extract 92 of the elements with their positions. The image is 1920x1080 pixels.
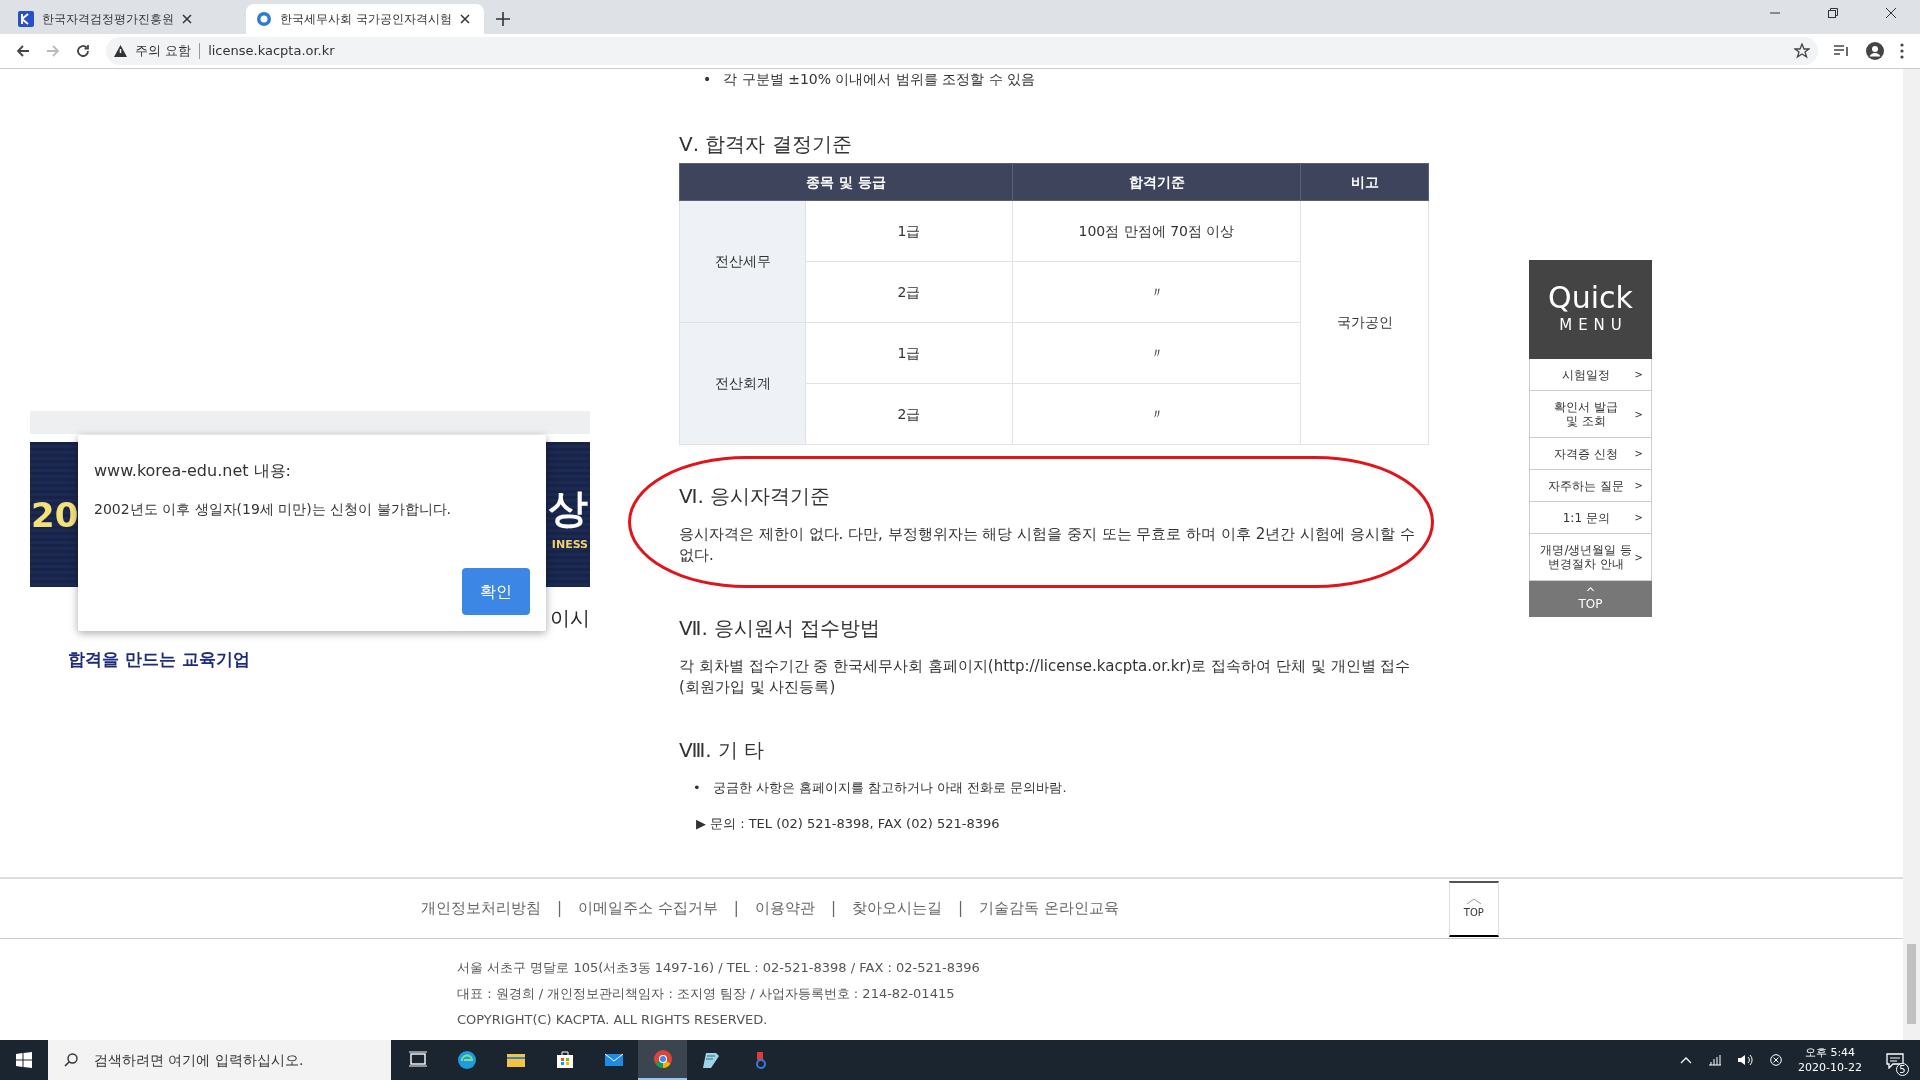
tab-title: 한국세무사회 국가공인자격시험 — [280, 11, 452, 28]
reload-icon[interactable] — [76, 44, 90, 58]
section-heading: Ⅷ. 기 타 — [679, 738, 766, 762]
section-heading: Ⅶ. 응시원서 접수방법 — [679, 616, 882, 640]
contact-text: 문의 : TEL (02) 521-8398, FAX (02) 521-8396 — [710, 815, 1000, 833]
browser-tab[interactable]: 한국세무사회 국가공인자격시험 — [246, 4, 484, 34]
quick-menu-item[interactable]: 시험일정 > — [1529, 359, 1652, 391]
banner-text: INESS — [551, 537, 588, 552]
table-cell: 1급 — [805, 200, 1013, 262]
caret-up-icon — [1465, 897, 1482, 905]
close-icon[interactable] — [459, 14, 470, 24]
site-logo-icon — [256, 11, 272, 27]
star-icon[interactable] — [1794, 43, 1810, 59]
warning-icon — [114, 45, 127, 57]
chevron-up-icon[interactable] — [1680, 1056, 1693, 1064]
cut-text: 이시 — [550, 605, 590, 632]
separator: | — [733, 898, 739, 920]
mail-icon[interactable] — [604, 1051, 623, 1069]
clock-date[interactable]: 2020-10-22 — [1798, 1060, 1862, 1075]
browser-icon[interactable] — [457, 1051, 476, 1069]
restore-icon[interactable] — [1828, 8, 1838, 18]
site-logo-icon — [18, 11, 34, 27]
table-cell: 2급 — [805, 383, 1013, 445]
quick-menu-item[interactable]: 확인서 발급 및 조회 > — [1529, 391, 1652, 438]
table-cell: 전산세무 — [679, 200, 806, 323]
separator: | — [557, 898, 563, 920]
column-header: 종목 및 등급 — [679, 163, 1013, 201]
column-header: 합격기준 — [1012, 163, 1301, 201]
footer-link[interactable]: 이용약관 — [754, 897, 815, 920]
banner-text: 20 — [31, 494, 79, 535]
section-heading: Ⅵ. 응시자격기준 — [679, 484, 832, 508]
dialog-message: 2002년도 이후 생일자(19세 미만)는 신청이 불가합니다. — [94, 500, 453, 519]
quick-menu-item[interactable]: 자주하는 질문 > — [1529, 470, 1652, 502]
triangle-icon: ▶ — [696, 814, 706, 834]
document-icon[interactable] — [702, 1051, 721, 1069]
tab-title: 한국자격검정평가진흥원 — [42, 11, 174, 28]
table-cell: 1급 — [805, 322, 1013, 384]
address-text: COPYRIGHT(C) KACPTA. ALL RIGHTS RESERVED. — [457, 1011, 769, 1029]
quick-menu-item[interactable]: 1:1 문의 > — [1529, 502, 1652, 534]
address-text: 서울 서초구 명달로 105(서초3동 1497-16) / TEL : 02-521-8398 / FAX : 02-521-8396 — [457, 959, 981, 977]
chrome-icon[interactable] — [653, 1050, 672, 1068]
network-icon[interactable] — [1708, 1054, 1723, 1066]
separator: | — [957, 898, 964, 920]
security-label: 주의 요함 — [135, 42, 192, 61]
close-icon[interactable] — [1886, 8, 1896, 18]
top-button[interactable]: ^ TOP — [1529, 581, 1652, 617]
bullet-icon: • — [693, 778, 701, 798]
new-tab-icon[interactable] — [496, 12, 510, 26]
speaker-icon[interactable] — [1738, 1054, 1755, 1066]
profile-icon[interactable] — [1866, 42, 1884, 60]
address-text: 대표 : 원경희 / 개인정보관리책임자 : 조지영 팀장 / 사업자등록번호 : 214-82-01415 — [457, 985, 956, 1003]
top-button[interactable]: TOP — [1448, 880, 1499, 937]
separator: | — [830, 898, 836, 920]
bullet-icon: • — [703, 69, 712, 89]
more-icon[interactable] — [1900, 43, 1904, 59]
footer-link[interactable]: 개인정보처리방침 — [421, 897, 541, 920]
quick-menu-title: Quick — [1548, 282, 1633, 315]
store-icon[interactable] — [555, 1051, 574, 1069]
bullet-text: 각 구분별 ±10% 이내에서 범위를 조정할 수 있음 — [723, 70, 1036, 89]
table-cell: 전산회계 — [679, 322, 806, 445]
footer-link[interactable]: 기술감독 온라인교육 — [979, 897, 1119, 920]
folder-icon[interactable] — [506, 1051, 525, 1069]
media-control-icon[interactable] — [1834, 44, 1850, 58]
cancel-icon[interactable] — [1770, 1054, 1783, 1066]
task-view-icon[interactable] — [408, 1051, 427, 1069]
search-field[interactable]: 검색하려면 여기에 입력하십시오. — [48, 1040, 391, 1080]
tagline: 합격을 만드는 교육기업 — [68, 648, 250, 671]
close-icon[interactable] — [182, 14, 192, 24]
bullet-text: 궁금한 사항은 홈페이지를 참고하거나 아래 전화로 문의바람. — [712, 779, 1067, 797]
back-icon[interactable] — [16, 44, 30, 58]
table-cell: 2급 — [805, 261, 1013, 323]
scrollbar[interactable] — [1903, 69, 1920, 1040]
dialog-title: www.korea-edu.net 내용: — [94, 460, 292, 482]
table-cell: 국가공인 — [1300, 200, 1429, 445]
paragraph: 각 회차별 접수기간 중 한국세무사회 홈페이지(http://license.kacpta.or.kr)로 접속하여 단체 및 개인별 접수(회원가입 및 사진등록) — [679, 656, 1412, 698]
quick-menu-item[interactable]: 자격증 신청 > — [1529, 438, 1652, 470]
banner-text: 상 — [548, 483, 588, 533]
windows-icon[interactable] — [16, 1052, 32, 1068]
ok-button[interactable]: 확인 — [462, 568, 530, 615]
section-heading: Ⅴ. 합격자 결정기준 — [679, 132, 853, 156]
quick-menu-subtitle: MENU — [1558, 315, 1628, 337]
paragraph: 응시자격은 제한이 없다. 다만, 부정행위자는 해당 시험을 중지 또는 무효로 하며 이후 2년간 시험에 응시할 수 없다. — [679, 524, 1416, 566]
browser-tab[interactable]: 한국자격검정평가진흥원 — [8, 4, 246, 34]
footer-link[interactable]: 이메일주소 수집거부 — [578, 897, 718, 920]
clock-time[interactable]: 오후 5:44 — [1804, 1045, 1856, 1060]
address-field[interactable]: 주의 요함 license.kacpta.or.kr — [106, 37, 1818, 65]
url-text: license.kacpta.or.kr — [208, 42, 335, 61]
notification-count: 5 — [1896, 1063, 1909, 1076]
table-cell: 100점 만점에 70점 이상 — [1012, 200, 1301, 262]
footer-link[interactable]: 찾아오시는길 — [851, 897, 942, 920]
search-icon — [64, 1053, 78, 1067]
column-header: 비고 — [1300, 163, 1429, 201]
